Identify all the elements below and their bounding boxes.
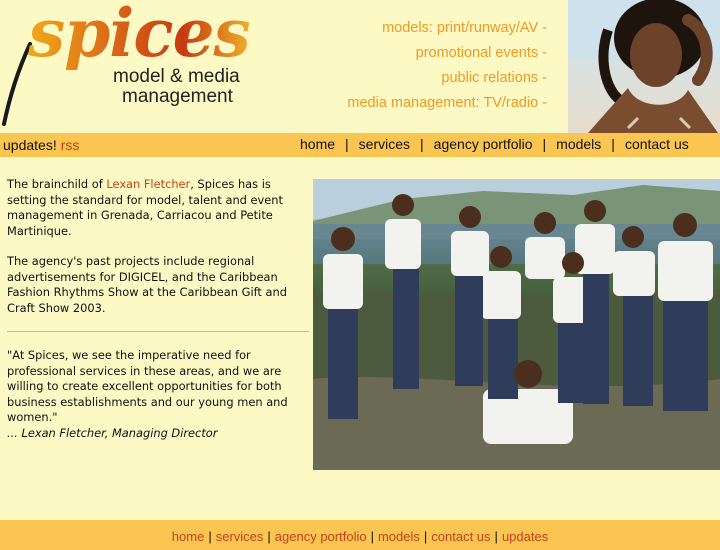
footer-separator: | [267,529,271,544]
footer-separator: | [208,529,212,544]
footer-separator: | [423,529,428,544]
models-group-photo [313,179,720,470]
footer-nav-agency-portfolio[interactable]: agency portfolio [275,529,367,544]
service-item-public-relations: public relations - [441,70,547,86]
rss-link[interactable]: rss [61,137,80,153]
service-item-media-management: media management: TV/radio - [347,95,547,111]
spices-logo[interactable]: spices model & media management [0,0,251,128]
main-nav: home | services | agency portfolio | models | co… [300,136,689,152]
logo-subtitle-line1: model & media [113,66,240,87]
footer-nav-home[interactable]: home [172,529,205,544]
quote-paragraph: "At Spices, we see the imperative need f… [7,348,288,424]
footer-separator: | [494,529,498,544]
footer-nav-models[interactable]: models [378,529,420,544]
nav-services[interactable]: services [359,136,410,152]
nav-models[interactable]: models [556,136,601,152]
footer-nav: home | services | agency portfolio | models | co… [0,520,720,544]
content-divider [7,331,309,332]
service-item-promotional-events: promotional events - [415,45,547,61]
footer-nav-services[interactable]: services [216,529,264,544]
nav-home[interactable]: home [300,136,335,152]
top-nav-bar: updates! rss home | services | agency portfol… [0,133,720,157]
logo-wordmark: spices [28,0,251,72]
logo-subtitle-line2: management [122,86,233,107]
updates-link[interactable]: updates! [3,137,57,153]
nav-separator: | [542,136,547,152]
lexan-fletcher-link[interactable]: Lexan Fletcher [106,177,190,191]
footer-separator: | [370,529,374,544]
nav-separator: | [420,136,424,152]
intro-content: The brainchild of Lexan Fletcher, Spices… [7,177,309,456]
header-services-list: models: print/runway/AV - promotional ev… [347,18,547,118]
projects-paragraph: The agency's past projects include regio… [7,254,287,315]
intro-paragraph: The brainchild of Lexan Fletcher, Spices… [7,177,309,239]
footer-bar: home | services | agency portfolio | models | co… [0,520,720,550]
header-model-photo [568,0,720,133]
service-item-models: models: print/runway/AV - [382,20,547,36]
site-header: spices model & media management models: … [0,0,720,133]
nav-separator: | [611,136,615,152]
group-photo-image [313,179,720,470]
model-portrait-image [568,0,720,133]
updates-area: updates! rss [3,137,79,153]
intro-text-start: The brainchild of [7,177,107,191]
nav-contact-us[interactable]: contact us [625,136,689,152]
footer-nav-updates[interactable]: updates [502,529,548,544]
footer-nav-contact-us[interactable]: contact us [431,529,490,544]
quote-signature: ... Lexan Fletcher, Managing Director [7,425,218,440]
nav-separator: | [345,136,349,152]
nav-agency-portfolio[interactable]: agency portfolio [434,136,533,152]
